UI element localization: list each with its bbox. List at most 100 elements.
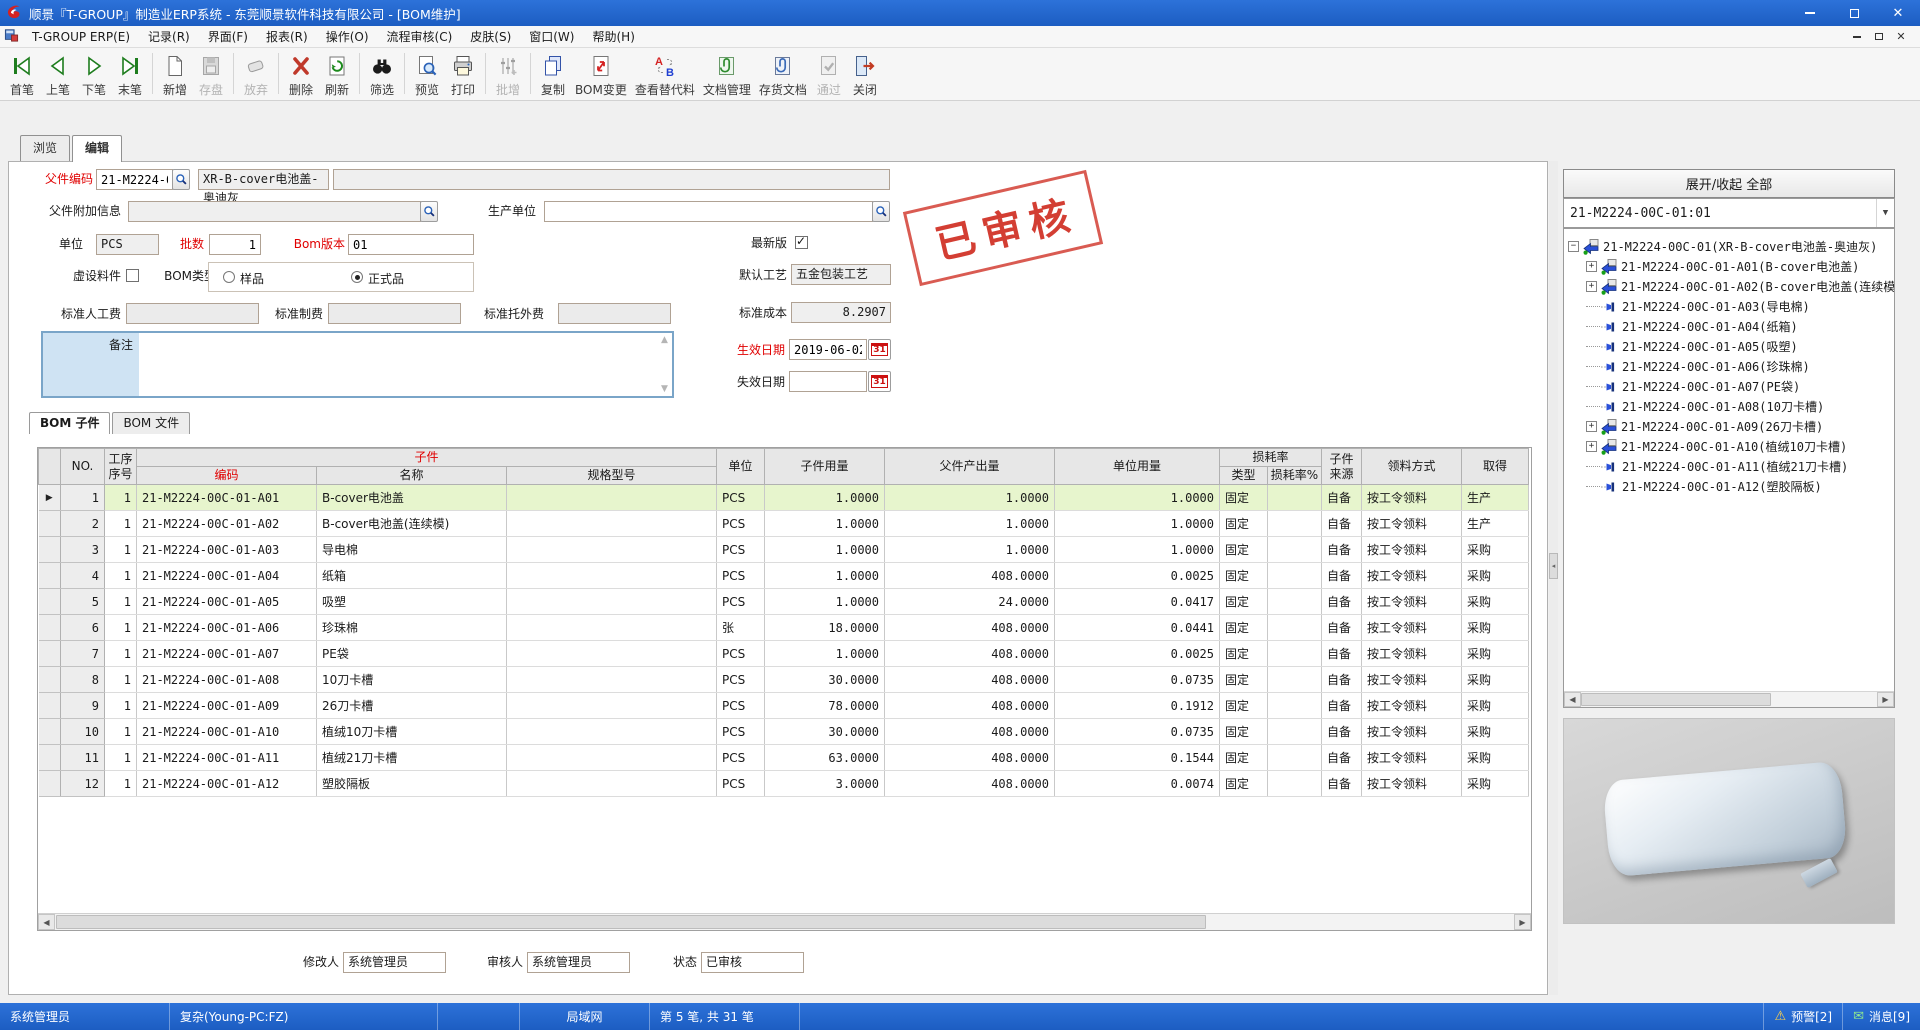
cell-unit_usage[interactable]: 0.0025 [1055,641,1220,667]
tree-item[interactable]: +21-M2224-00C-01-A02(B-cover电池盖(连续模)) [1586,277,1895,296]
cell-qty[interactable]: 18.0000 [765,615,885,641]
scrollbar-thumb[interactable] [1581,693,1771,706]
cell-qty[interactable]: 30.0000 [765,719,885,745]
cell-loss_rate[interactable] [1268,771,1322,797]
cell-no[interactable]: 1 [61,485,105,511]
cell-acquire[interactable]: 采购 [1462,771,1529,797]
cell-qty[interactable]: 1.0000 [765,485,885,511]
menu-item[interactable]: 界面(F) [199,26,257,48]
cell-acquire[interactable]: 采购 [1462,641,1529,667]
cell-unit_usage[interactable]: 1.0000 [1055,537,1220,563]
window-close-button[interactable]: ✕ [1876,0,1920,26]
cell-spec[interactable] [507,589,717,615]
remark-textarea[interactable] [139,333,657,396]
cell-code[interactable]: 21-M2224-00C-01-A03 [137,537,317,563]
toolbar-button-stock-doc[interactable]: 存货文档 [755,50,811,100]
window-minimize-button[interactable] [1788,0,1832,26]
toolbar-button-close-exit[interactable]: 关闭 [847,50,883,100]
table-row[interactable]: ▶1121-M2224-00C-01-A01B-cover电池盖PCS1.000… [39,485,1529,511]
virtual-part-checkbox[interactable] [126,269,139,282]
cell-spec[interactable] [507,719,717,745]
cell-picking[interactable]: 按工令领料 [1362,771,1462,797]
cell-source[interactable]: 自备 [1322,589,1362,615]
cell-parent_out[interactable]: 408.0000 [885,771,1055,797]
cell-code[interactable]: 21-M2224-00C-01-A08 [137,667,317,693]
cell-source[interactable]: 自备 [1322,667,1362,693]
cell-unit_usage[interactable]: 0.0441 [1055,615,1220,641]
scroll-right-icon[interactable]: ▶ [1877,692,1894,707]
expand-plus-icon[interactable]: + [1586,441,1597,452]
cell-qty[interactable]: 63.0000 [765,745,885,771]
cell-seq[interactable]: 1 [105,511,137,537]
cell-seq[interactable]: 1 [105,641,137,667]
cell-unit[interactable]: PCS [717,667,765,693]
cell-loss_type[interactable]: 固定 [1220,641,1268,667]
cell-loss_type[interactable]: 固定 [1220,667,1268,693]
cell-picking[interactable]: 按工令领料 [1362,719,1462,745]
cell-acquire[interactable]: 采购 [1462,719,1529,745]
cell-no[interactable]: 12 [61,771,105,797]
toolbar-button-new-doc[interactable]: 新增 [157,50,193,100]
scroll-up-icon[interactable]: ▲ [661,335,668,345]
menu-item[interactable]: 报表(R) [257,26,317,48]
expire-date-input[interactable] [789,371,867,392]
tree-item[interactable]: 21-M2224-00C-01-A05(吸塑) [1586,337,1798,356]
cell-name[interactable]: 塑胶隔板 [317,771,507,797]
cell-picking[interactable]: 按工令领料 [1362,485,1462,511]
cell-qty[interactable]: 30.0000 [765,667,885,693]
prod-unit-lookup-button[interactable] [872,201,890,222]
cell-unit_usage[interactable]: 1.0000 [1055,485,1220,511]
cell-unit[interactable]: PCS [717,537,765,563]
tree-item[interactable]: +21-M2224-00C-01-A09(26刀卡槽) [1586,417,1823,436]
cell-picking[interactable]: 按工令领料 [1362,745,1462,771]
remark-box[interactable]: 备注 ▲▼ [41,331,674,398]
table-row[interactable]: 6121-M2224-00C-01-A06珍珠棉张18.0000408.0000… [39,615,1529,641]
cell-loss_type[interactable]: 固定 [1220,563,1268,589]
cell-no[interactable]: 11 [61,745,105,771]
header-code[interactable]: 编码 [137,467,317,485]
cell-picking[interactable]: 按工令领料 [1362,563,1462,589]
table-row[interactable]: 5121-M2224-00C-01-A05吸塑PCS1.000024.00000… [39,589,1529,615]
cell-acquire[interactable]: 生产 [1462,511,1529,537]
cell-unit_usage[interactable]: 0.1544 [1055,745,1220,771]
cell-source[interactable]: 自备 [1322,719,1362,745]
menu-item[interactable]: 帮助(H) [583,26,643,48]
bom-version-input[interactable] [348,234,474,255]
tree-item[interactable]: −21-M2224-00C-01(XR-B-cover电池盖-奥迪灰) [1568,237,1877,256]
cell-unit_usage[interactable]: 0.1912 [1055,693,1220,719]
menu-item[interactable]: 流程审核(C) [378,26,462,48]
cell-loss_type[interactable]: 固定 [1220,511,1268,537]
tree-item[interactable]: 21-M2224-00C-01-A06(珍珠棉) [1586,357,1810,376]
splitter-collapse-handle[interactable]: ◂ [1549,553,1558,579]
cell-parent_out[interactable]: 408.0000 [885,641,1055,667]
tree-horizontal-scrollbar[interactable]: ◀ ▶ [1564,691,1894,707]
cell-acquire[interactable]: 采购 [1462,589,1529,615]
effective-date-input[interactable] [789,339,867,360]
cell-name[interactable]: B-cover电池盖 [317,485,507,511]
cell-acquire[interactable]: 采购 [1462,693,1529,719]
header-unit[interactable]: 单位 [717,449,765,485]
cell-unit_usage[interactable]: 0.0735 [1055,667,1220,693]
cell-unit[interactable]: PCS [717,641,765,667]
cell-name[interactable]: 珍珠棉 [317,615,507,641]
tab-browse[interactable]: 浏览 [20,135,70,161]
scroll-down-icon[interactable]: ▼ [661,384,668,394]
cell-loss_type[interactable]: 固定 [1220,615,1268,641]
cell-code[interactable]: 21-M2224-00C-01-A06 [137,615,317,641]
toolbar-button-preview[interactable]: 预览 [409,50,445,100]
header-spec[interactable]: 规格型号 [507,467,717,485]
toolbar-button-nav-prev[interactable]: 上笔 [40,50,76,100]
cell-parent_out[interactable]: 408.0000 [885,615,1055,641]
cell-parent_out[interactable]: 1.0000 [885,485,1055,511]
table-row[interactable]: 10121-M2224-00C-01-A10植绒10刀卡槽PCS30.00004… [39,719,1529,745]
table-row[interactable]: 12121-M2224-00C-01-A12塑胶隔板PCS3.0000408.0… [39,771,1529,797]
cell-unit[interactable]: PCS [717,589,765,615]
cell-loss_rate[interactable] [1268,693,1322,719]
cell-spec[interactable] [507,511,717,537]
menu-item[interactable]: 皮肤(S) [461,26,520,48]
toolbar-button-nav-first[interactable]: 首笔 [4,50,40,100]
tree-item[interactable]: 21-M2224-00C-01-A03(导电棉) [1586,297,1810,316]
cell-name[interactable]: 26刀卡槽 [317,693,507,719]
scroll-left-icon[interactable]: ◀ [38,914,55,930]
cell-loss_rate[interactable] [1268,589,1322,615]
